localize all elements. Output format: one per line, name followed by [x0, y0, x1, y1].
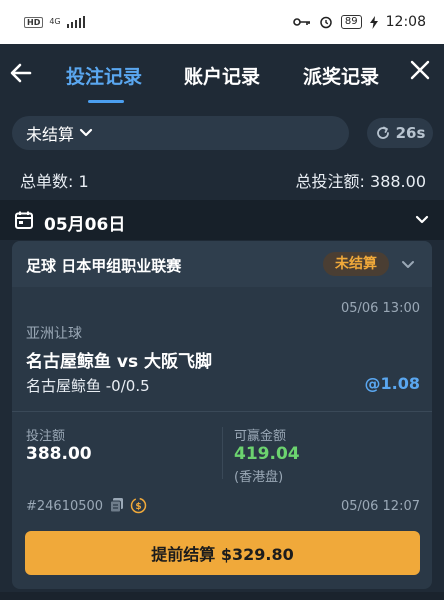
status-bar-right: 89 12:08 [293, 14, 426, 30]
market-type: 亚洲让球 [26, 326, 82, 342]
close-icon[interactable] [408, 58, 432, 82]
bet-card-header[interactable]: 足球 日本甲组职业联赛 未结算 [12, 241, 432, 287]
active-tab-indicator [88, 100, 124, 103]
hd-indicator: HD [24, 16, 44, 28]
signal-icon [66, 16, 85, 28]
tab-payout-records[interactable]: 派奖记录 [303, 62, 379, 89]
bet-card: 足球 日本甲组职业联赛 未结算 05/06 13:00 亚洲让球 名古屋鲸鱼 v… [12, 241, 432, 589]
ticket-id: #24610500 [26, 499, 104, 514]
status-filter-value: 未结算 [26, 125, 75, 144]
chevron-down-icon[interactable] [400, 257, 416, 273]
charging-icon [369, 15, 378, 29]
copy-icon[interactable] [109, 497, 125, 513]
potential-win-label: 可赢金额 [234, 429, 287, 444]
order-count: 总单数: 1 [20, 172, 89, 191]
total-stake: 总投注额: 388.00 [295, 172, 426, 191]
chevron-down-icon [79, 128, 93, 137]
refresh-icon [376, 126, 389, 139]
tab-account-records[interactable]: 账户记录 [184, 62, 260, 89]
network-type: 4G [49, 17, 61, 26]
divider [12, 411, 432, 412]
stake-label: 投注额 [26, 429, 66, 444]
status-bar-left: HD 4G [24, 16, 85, 28]
back-arrow-icon[interactable] [8, 60, 34, 86]
cashout-button[interactable]: 提前结算 $329.80 [25, 531, 420, 575]
match-name: 名古屋鲸鱼 vs 大阪飞脚 [26, 352, 213, 372]
svg-text:$: $ [135, 502, 141, 512]
tab-bet-records[interactable]: 投注记录 [66, 62, 142, 89]
top-nav: 投注记录 账户记录 派奖记录 [0, 44, 444, 106]
match-time: 05/06 13:00 [340, 301, 420, 316]
potential-win-value: 419.04 [234, 444, 300, 464]
key-icon [293, 18, 310, 26]
odds-type: (香港盘) [234, 470, 284, 485]
clock: 12:08 [385, 14, 426, 30]
refresh-button[interactable]: 26s [367, 118, 433, 148]
vertical-divider [222, 427, 223, 479]
stake-value: 388.00 [26, 444, 92, 464]
odds-value: @1.08 [364, 374, 420, 393]
date-group-header[interactable]: 05月06日 [0, 200, 444, 240]
bottom-edge [0, 592, 444, 600]
status-filter-dropdown[interactable]: 未结算 [12, 116, 349, 150]
chevron-down-icon [415, 215, 429, 224]
cashout-label: 提前结算 $329.80 [151, 545, 294, 564]
battery-indicator: 89 [340, 15, 362, 29]
status-badge: 未结算 [323, 252, 389, 276]
league-name: 足球 日本甲组职业联赛 [26, 257, 182, 275]
cashout-coin-icon[interactable]: $ [130, 497, 147, 514]
summary-row: 总单数: 1 总投注额: 388.00 [0, 168, 444, 191]
date-group-label: 05月06日 [44, 215, 126, 235]
status-bar: HD 4G 89 12:08 [0, 0, 444, 44]
alarm-icon [320, 16, 332, 29]
calendar-icon [15, 211, 33, 229]
bet-placed-time: 05/06 12:07 [340, 499, 420, 514]
refresh-countdown: 26s [395, 124, 426, 142]
bet-selection: 名古屋鲸鱼 -0/0.5 [26, 377, 150, 395]
